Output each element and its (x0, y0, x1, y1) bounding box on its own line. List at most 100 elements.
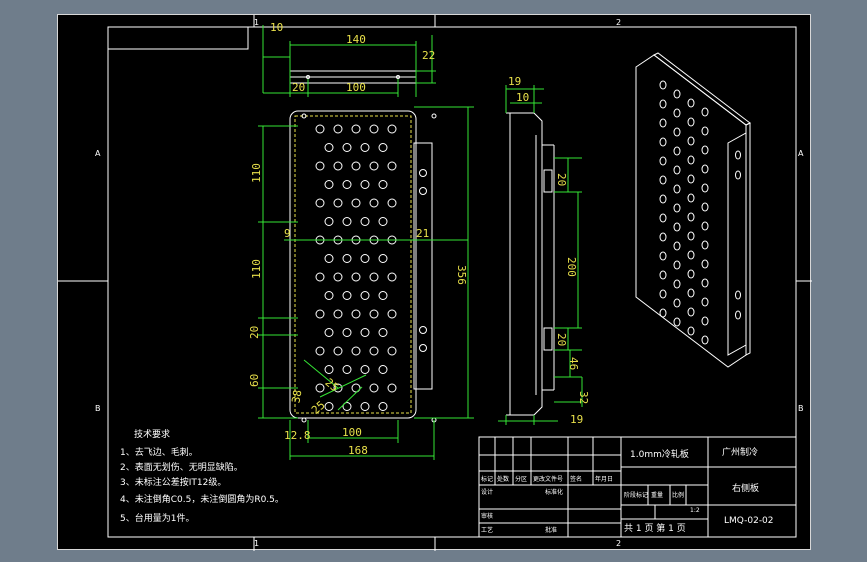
tb-material: 1.0mm冷轧板 (630, 448, 689, 460)
iso-hole (701, 145, 709, 155)
iso-hole (701, 107, 709, 117)
front-hole (387, 383, 397, 393)
dim-top-center: 100 (346, 81, 366, 94)
front-hole (333, 346, 343, 356)
iso-hole (687, 326, 695, 336)
front-hole (378, 402, 388, 411)
zone-bottom-1: 1 (254, 539, 259, 548)
iso-hole (701, 259, 709, 269)
iso-hole (673, 184, 681, 194)
front-hole (315, 124, 325, 134)
front-hole (360, 365, 370, 374)
iso-hole (687, 269, 695, 279)
front-hole (342, 328, 352, 337)
iso-hole (673, 260, 681, 270)
front-hole (351, 272, 361, 282)
front-hole (315, 161, 325, 171)
front-hole (324, 143, 334, 152)
iso-hole (673, 317, 681, 327)
front-hole (378, 328, 388, 337)
tb-row-11: 批准 (545, 526, 557, 534)
iso-hole (659, 213, 667, 223)
tb-row-8: 标准化 (545, 488, 563, 496)
tb-drawing-no: LMQ-02-02 (724, 516, 774, 526)
iso-hole (701, 221, 709, 231)
front-hole (369, 346, 379, 356)
dim-front-width: 168 (348, 444, 368, 457)
iso-hole (673, 165, 681, 175)
dim-front-pitch-2: 110 (250, 259, 263, 279)
iso-hole (659, 118, 667, 128)
iso-hole (673, 146, 681, 156)
iso-hole (673, 89, 681, 99)
front-hole (360, 143, 370, 152)
front-hole (342, 143, 352, 152)
tb-row-5: 签名 (570, 475, 582, 483)
dim-side-flange: 10 (516, 91, 529, 104)
zone-top-2: 2 (616, 18, 621, 27)
tb-row-3: 分区 (515, 475, 527, 483)
dim-top-depth: 22 (422, 49, 435, 62)
front-hole (351, 124, 361, 134)
dim-top-length: 140 (346, 33, 366, 46)
front-hole (387, 346, 397, 356)
iso-hole (673, 298, 681, 308)
front-hole (324, 365, 334, 374)
corner-box (107, 26, 249, 50)
iso-hole (687, 250, 695, 260)
dim-top-offset: 20 (292, 81, 305, 94)
front-hole (387, 124, 397, 134)
iso-hole (673, 127, 681, 137)
front-hole (333, 198, 343, 208)
dim-side-offset: 46 (567, 357, 580, 370)
iso-hole (701, 202, 709, 212)
zone-left-a: A (95, 149, 101, 158)
dim-front-pitch-4: 60 (248, 374, 261, 387)
iso-hole (687, 212, 695, 222)
iso-hole (659, 232, 667, 242)
iso-hole (659, 175, 667, 185)
iso-hole (701, 126, 709, 136)
iso-hole (701, 278, 709, 288)
iso-hole (687, 155, 695, 165)
tb-stage-1: 阶段标记 (624, 491, 648, 499)
iso-hole (701, 240, 709, 250)
front-hole (360, 180, 370, 189)
tb-row-7: 设计 (481, 488, 493, 496)
zone-right-b: B (798, 404, 804, 413)
front-hole (333, 161, 343, 171)
front-hole (324, 254, 334, 263)
note-2: 2、表面无划伤、无明显缺陷。 (120, 461, 243, 473)
front-hole (333, 272, 343, 282)
front-hole (378, 143, 388, 152)
technical-notes: 技术要求 1、去飞边、毛刺。 2、表面无划伤、无明显缺陷。 3、未标注公差按IT… (120, 428, 284, 524)
tb-company: 广州制冷 (722, 446, 758, 458)
dim-side-bottom: 32 (577, 391, 590, 404)
front-hole (369, 383, 379, 393)
dim-top-flange: 10 (270, 21, 283, 34)
dim-side-depth: 19 (508, 75, 521, 88)
front-hole (315, 309, 325, 319)
front-hole (369, 272, 379, 282)
zone-right-a: A (798, 149, 804, 158)
iso-hole (701, 335, 709, 345)
front-hole (324, 291, 334, 300)
front-hole (378, 217, 388, 226)
tb-row-1: 标记 (481, 475, 493, 483)
front-hole (351, 309, 361, 319)
dim-front-corner-2: 25 (309, 398, 328, 416)
side-view: 19 10 20 200 20 46 32 19 (498, 75, 590, 426)
front-hole-grid (315, 124, 397, 411)
iso-hole (673, 241, 681, 251)
iso-hole (673, 222, 681, 232)
iso-hole (659, 80, 667, 90)
inner-frame (107, 26, 797, 538)
dim-front-bottom-center: 100 (342, 426, 362, 439)
tb-scale: 1:2 (690, 507, 700, 514)
tb-row-4: 更改文件号 (533, 475, 563, 483)
tb-part-name: 右侧板 (732, 482, 759, 494)
dim-side-slot: 20 (555, 173, 568, 186)
front-hole (351, 161, 361, 171)
iso-hole (687, 193, 695, 203)
front-hole (369, 124, 379, 134)
